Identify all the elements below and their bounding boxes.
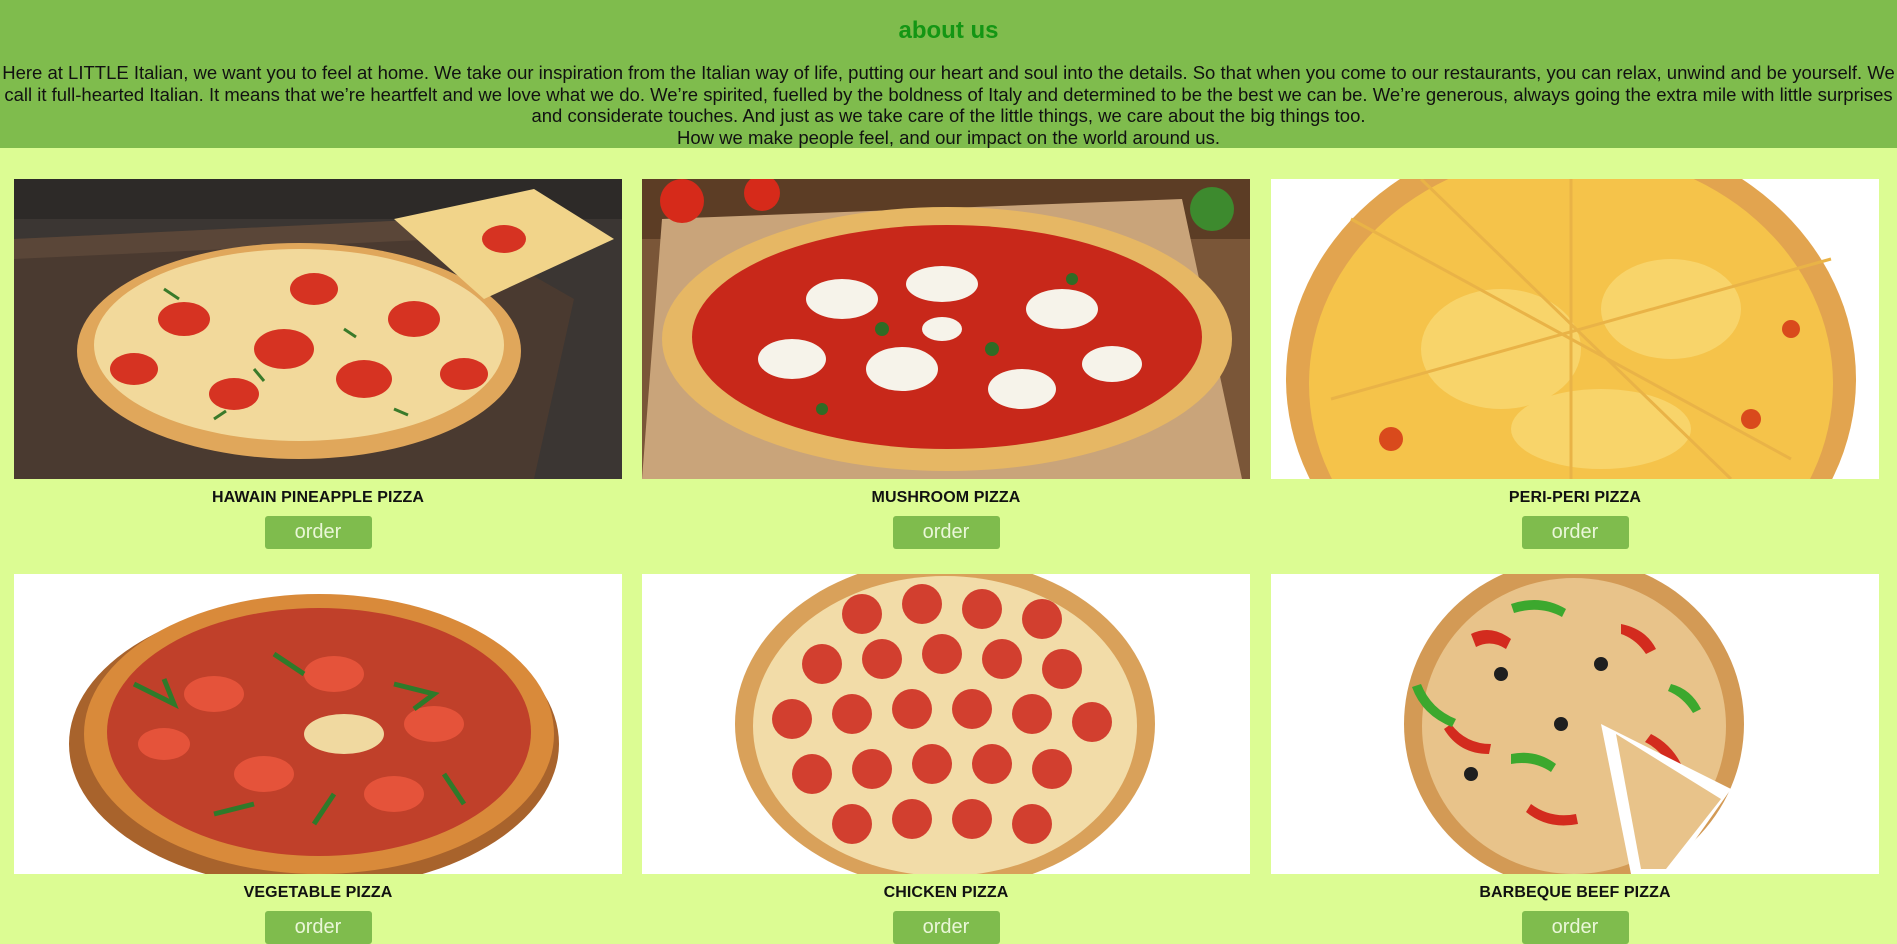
menu-item-card: CHICKEN PIZZA order — [642, 574, 1250, 944]
pizza-name: MUSHROOM PIZZA — [871, 489, 1021, 506]
pizza-image — [14, 179, 622, 479]
order-button[interactable]: order — [264, 911, 372, 944]
pizza-name: BARBEQUE BEEF PIZZA — [1479, 884, 1671, 901]
pizza-name: VEGETABLE PIZZA — [243, 884, 393, 901]
pizza-image — [14, 574, 622, 874]
menu-item-card: BARBEQUE BEEF PIZZA order — [1271, 574, 1879, 944]
order-button[interactable]: order — [1521, 911, 1629, 944]
order-button[interactable]: order — [264, 516, 372, 549]
pizza-name: HAWAIN PINEAPPLE PIZZA — [212, 489, 424, 506]
about-title: about us — [898, 17, 999, 44]
pizza-name: PERI-PERI PIZZA — [1508, 489, 1642, 506]
pizza-image — [642, 179, 1250, 479]
menu-item-card: MUSHROOM PIZZA order — [642, 179, 1250, 549]
order-button[interactable]: order — [892, 516, 1000, 549]
order-button[interactable]: order — [1521, 516, 1629, 549]
pizza-image — [1271, 179, 1879, 479]
pizza-name: CHICKEN PIZZA — [883, 884, 1009, 901]
menu-item-card: VEGETABLE PIZZA order — [14, 574, 622, 944]
menu-item-card: PERI-PERI PIZZA order — [1271, 179, 1879, 549]
order-button[interactable]: order — [892, 911, 1000, 944]
about-text: Here at LITTLE Italian, we want you to f… — [0, 62, 1897, 148]
about-paragraph: Here at LITTLE Italian, we want you to f… — [2, 62, 1895, 126]
menu-item-card: HAWAIN PINEAPPLE PIZZA order — [14, 179, 622, 549]
pizza-image — [1271, 574, 1879, 874]
pizza-image — [642, 574, 1250, 874]
about-section: about us Here at LITTLE Italian, we want… — [0, 0, 1897, 148]
about-tagline: How we make people feel, and our impact … — [677, 126, 1220, 148]
